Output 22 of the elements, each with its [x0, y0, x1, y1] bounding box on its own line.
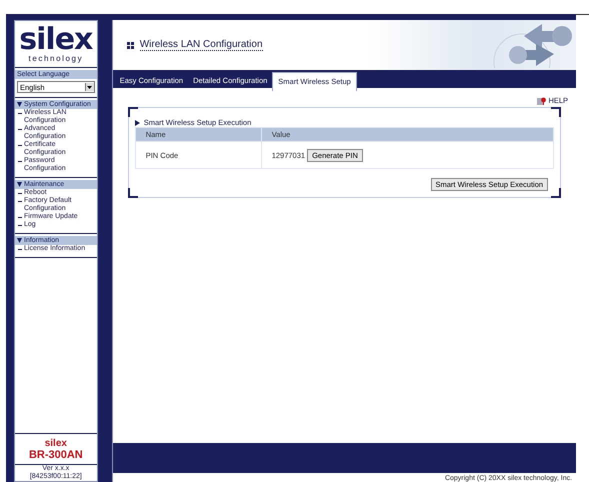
corner-bracket	[128, 188, 138, 198]
dash-icon	[18, 113, 22, 114]
triangle-bullet-icon	[134, 120, 140, 126]
logo-wordmark: silex	[19, 26, 92, 54]
dash-icon	[18, 161, 22, 162]
dash-icon	[18, 217, 22, 218]
corner-bracket	[128, 107, 138, 117]
dash-icon	[18, 201, 22, 202]
corner-bracket	[551, 188, 562, 198]
dash-icon	[18, 129, 22, 130]
product-model: BR-300AN	[28, 448, 83, 460]
help-book-icon	[537, 96, 546, 104]
dash-icon	[18, 225, 22, 226]
product-brand: silex	[44, 438, 67, 448]
grid-icon	[126, 42, 134, 48]
dash-icon	[18, 249, 22, 250]
dash-icon	[18, 145, 22, 146]
corner-bracket	[551, 107, 562, 117]
page-title: Wireless LAN Configuration	[140, 39, 263, 51]
dash-icon	[18, 193, 22, 194]
dropdown-arrow-icon	[87, 86, 92, 88]
logo-tagline: technology	[28, 54, 84, 62]
